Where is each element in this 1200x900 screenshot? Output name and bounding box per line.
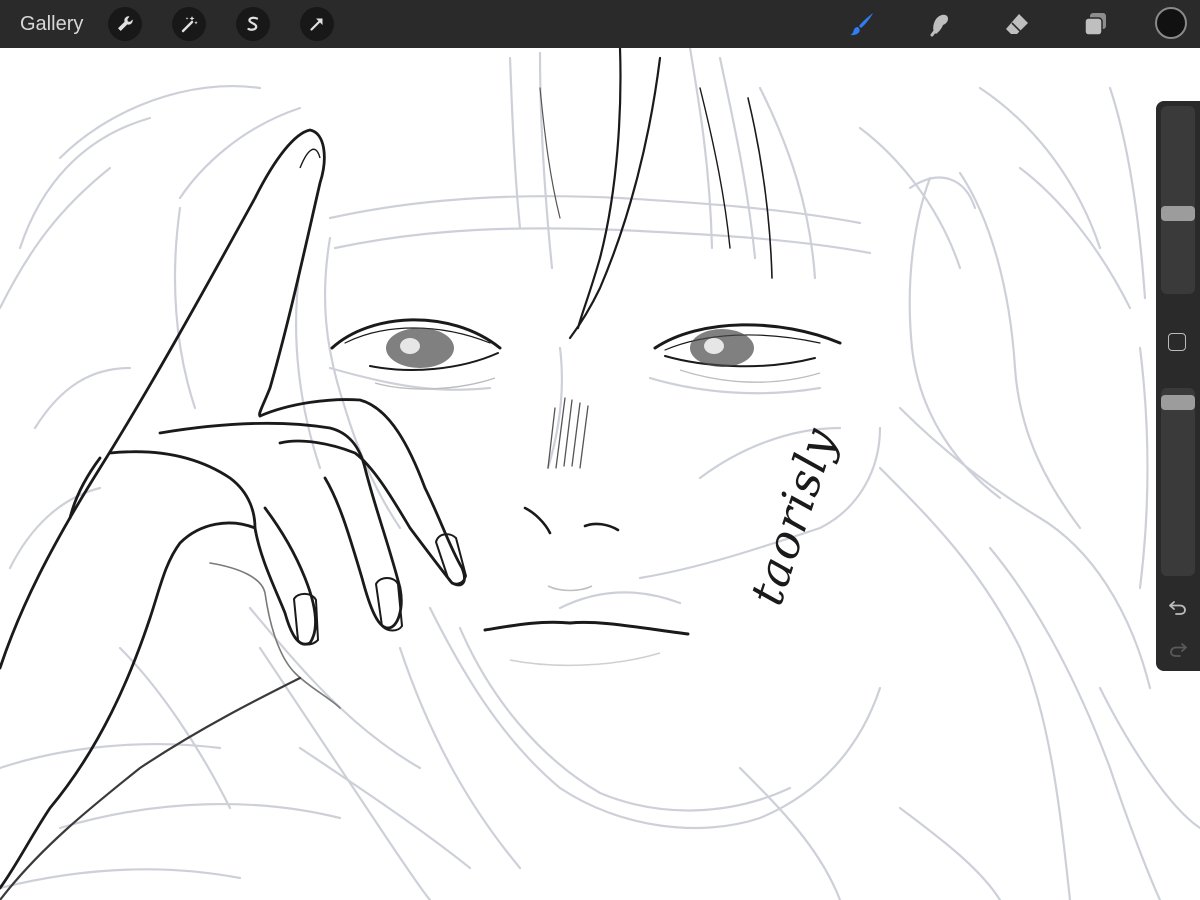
- sketch-artwork: taorisly: [0, 48, 1200, 900]
- top-toolbar: Gallery: [0, 0, 1200, 48]
- side-tool-panel: [1156, 101, 1200, 671]
- modify-button[interactable]: [1168, 333, 1186, 351]
- redo-button[interactable]: [1164, 635, 1192, 663]
- selection-icon: [247, 16, 259, 31]
- undo-icon: [1169, 601, 1186, 615]
- color-picker-button[interactable]: [1155, 7, 1187, 39]
- erase-tool-button[interactable]: [1001, 8, 1033, 40]
- drawing-canvas[interactable]: taorisly: [0, 48, 1200, 900]
- selection-button[interactable]: [236, 7, 270, 41]
- transform-button[interactable]: [300, 7, 334, 41]
- smudge-icon: [930, 14, 949, 37]
- paint-tool-button[interactable]: [846, 8, 878, 40]
- layers-button[interactable]: [1079, 8, 1111, 40]
- transform-arrow-icon: [310, 18, 323, 31]
- actions-button[interactable]: [108, 7, 142, 41]
- brush-size-slider[interactable]: [1161, 106, 1195, 294]
- signature-text: taorisly: [739, 421, 847, 611]
- brush-size-thumb[interactable]: [1161, 206, 1195, 221]
- smudge-tool-button[interactable]: [924, 8, 956, 40]
- brush-icon: [850, 13, 873, 36]
- eraser-icon: [1006, 14, 1028, 34]
- opacity-thumb[interactable]: [1161, 395, 1195, 410]
- adjustments-button[interactable]: [172, 7, 206, 41]
- gallery-button[interactable]: Gallery: [20, 12, 83, 36]
- undo-button[interactable]: [1164, 593, 1192, 621]
- wrench-icon: [118, 16, 133, 31]
- opacity-slider[interactable]: [1161, 388, 1195, 576]
- magic-wand-icon: [181, 16, 198, 33]
- layers-icon: [1084, 13, 1106, 36]
- redo-icon: [1170, 643, 1187, 657]
